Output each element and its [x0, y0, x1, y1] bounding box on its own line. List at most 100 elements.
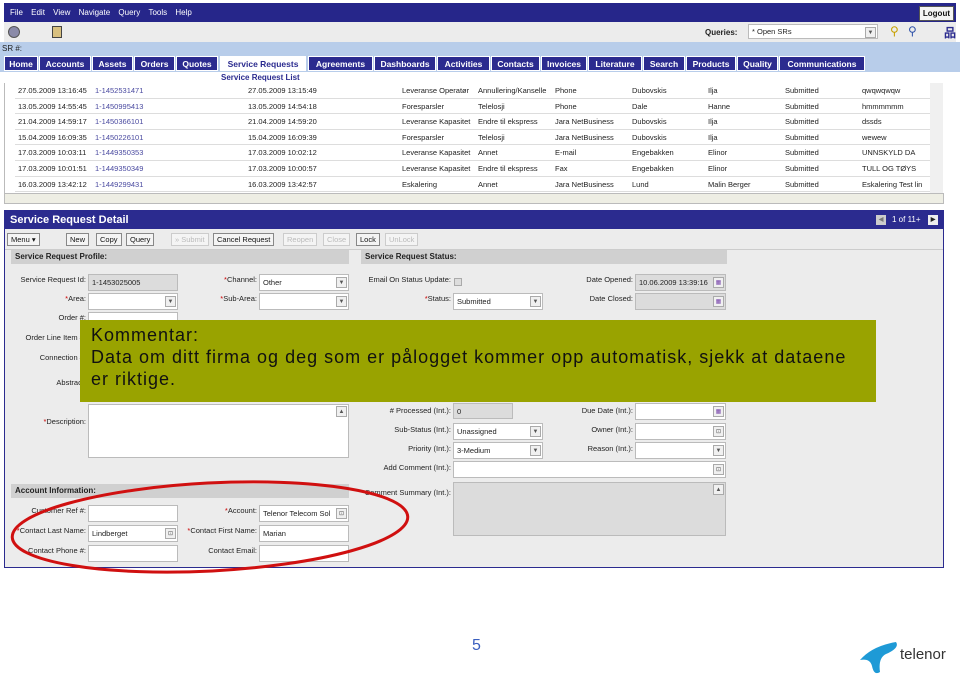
tab-contacts[interactable]: Contacts	[491, 56, 540, 71]
sr-id-link[interactable]: 1-1450995413	[95, 99, 246, 114]
new-button[interactable]: New	[66, 233, 90, 246]
calendar-icon[interactable]: ▦	[713, 296, 724, 307]
site-map-icon[interactable]: 品	[944, 24, 956, 41]
table-row[interactable]: 13.05.2009 14:55:45 1-1450995413 13.05.200…	[15, 99, 930, 115]
tab-activities[interactable]: Activities	[437, 56, 490, 71]
table-cell: dssds	[862, 117, 882, 127]
table-row[interactable]: 27.05.2009 13:16:45 1-1452531471 27.05.200…	[15, 83, 930, 99]
add-comment-field[interactable]: ⊡	[453, 461, 726, 478]
sr-id-link[interactable]: 1-1450226101	[95, 130, 246, 145]
chevron-down-icon[interactable]: ▼	[713, 445, 724, 456]
table-cell: Ilja	[708, 132, 718, 142]
priority-select[interactable]: 3-Medium ▼	[453, 442, 543, 459]
date-opened-field[interactable]: 10.06.2009 13:39:16 ▦	[635, 274, 726, 291]
sr-id-link[interactable]: 1-1449299431	[95, 177, 246, 192]
reason-select[interactable]: ▼	[635, 442, 726, 459]
callout-text: Data om ditt firma og deg som er pålogge…	[91, 347, 847, 389]
lock-button[interactable]: Lock	[356, 233, 380, 246]
unlock-button[interactable]: UnLock	[385, 233, 419, 246]
menu-button[interactable]: Menu ▾	[7, 233, 40, 246]
pick-icon[interactable]: ⊡	[713, 426, 724, 437]
menu-navigate[interactable]: Navigate	[79, 8, 111, 17]
table-cell: Foresparsler	[402, 132, 445, 142]
tab-assets[interactable]: Assets	[92, 56, 133, 71]
sr-id-link[interactable]: 1-1449350353	[95, 145, 246, 160]
cancel-request-button[interactable]: Cancel Request	[213, 233, 275, 246]
sr-id-link[interactable]: 1-1449350349	[95, 161, 246, 176]
close-button[interactable]: Close	[323, 233, 351, 246]
tab-invoices[interactable]: Invoices	[541, 56, 587, 71]
sub-area-select[interactable]: ▼	[259, 293, 349, 310]
copy-button[interactable]: Copy	[96, 233, 122, 246]
previous-record-button[interactable]: ◀	[876, 215, 886, 225]
calendar-icon[interactable]: ▦	[713, 277, 724, 288]
table-row[interactable]: 17.03.2009 10:03:11 1-1449350353 17.03.200…	[15, 145, 930, 161]
due-date-field[interactable]: ▦	[635, 403, 726, 420]
table-cell: 27.05.2009 13:15:49	[248, 86, 317, 95]
table-cell: Dale	[632, 101, 648, 111]
query-button[interactable]: Query	[126, 233, 155, 246]
tab-quotes[interactable]: Quotes	[176, 56, 218, 71]
chevron-down-icon[interactable]: ▼	[530, 296, 541, 307]
search-icon[interactable]: ⚲	[908, 24, 917, 38]
horizontal-scrollbar[interactable]	[4, 193, 944, 204]
menu-view[interactable]: View	[53, 8, 70, 17]
globe-icon[interactable]	[8, 26, 20, 38]
sr-id-link[interactable]: 1-1450366101	[95, 114, 246, 129]
tab-search[interactable]: Search	[643, 56, 685, 71]
table-row[interactable]: 16.03.2009 13:42:12 1-1449299431 16.03.200…	[15, 177, 930, 193]
table-cell: Hanne	[708, 101, 731, 111]
toolbar: Queries: * Open SRs ▼ ⚲ ⚲ 品	[4, 22, 956, 42]
logout-button[interactable]: Logout	[918, 6, 954, 21]
date-closed-field[interactable]: ▦	[635, 293, 726, 310]
menu-bar: File Edit View Navigate Query Tools Help…	[4, 3, 956, 22]
submit-button[interactable]: » Submit	[171, 233, 209, 246]
tab-literature[interactable]: Literature	[588, 56, 642, 71]
tab-accounts[interactable]: Accounts	[39, 56, 91, 71]
tab-communications[interactable]: Communications	[779, 56, 865, 71]
tab-agreements[interactable]: Agreements	[308, 56, 373, 71]
table-cell: Leveranse Operatør	[402, 86, 470, 95]
menu-help[interactable]: Help	[175, 8, 191, 17]
description-textarea[interactable]: ▲	[88, 404, 349, 458]
vertical-scrollbar[interactable]	[930, 83, 943, 193]
reason-label: Reason (Int.):	[587, 444, 633, 453]
area-select[interactable]: ▼	[88, 293, 178, 310]
email-update-checkbox[interactable]	[454, 278, 462, 286]
menu-file[interactable]: File	[10, 8, 23, 17]
menu-query[interactable]: Query	[118, 8, 140, 17]
chevron-down-icon[interactable]: ▼	[865, 27, 876, 38]
table-cell: Submitted	[785, 117, 819, 127]
chevron-down-icon[interactable]: ▼	[530, 445, 541, 456]
queries-select[interactable]: * Open SRs ▼	[748, 24, 878, 39]
tab-service-requests[interactable]: Service Requests	[220, 56, 306, 71]
tab-orders[interactable]: Orders	[134, 56, 175, 71]
tab-products[interactable]: Products	[686, 56, 736, 71]
tab-home[interactable]: Home	[4, 56, 38, 71]
document-icon[interactable]	[52, 26, 62, 38]
table-cell: Jara NetBusiness	[555, 179, 614, 189]
table-row[interactable]: 17.03.2009 10:01:51 1-1449350349 17.03.200…	[15, 161, 930, 177]
table-row[interactable]: 15.04.2009 16:09:35 1-1450226101 15.04.200…	[15, 130, 930, 146]
expand-icon[interactable]: ⊡	[713, 464, 724, 475]
table-row[interactable]: 21.04.2009 14:59:17 1-1450366101 21.04.200…	[15, 114, 930, 130]
scroll-icon[interactable]: ▲	[713, 484, 724, 495]
next-record-button[interactable]: ▶	[928, 215, 938, 225]
channel-select[interactable]: Other ▼	[259, 274, 349, 291]
menu-tools[interactable]: Tools	[148, 8, 167, 17]
comment-summary-field[interactable]: ▲	[453, 482, 726, 536]
sr-id-link[interactable]: 1-1452531471	[95, 83, 246, 98]
search-icon[interactable]: ⚲	[890, 24, 899, 38]
tab-quality[interactable]: Quality	[737, 56, 778, 71]
table-cell: Malin Berger	[708, 179, 751, 189]
chevron-down-icon[interactable]: ▼	[530, 426, 541, 437]
sub-status-select[interactable]: Unassigned ▼	[453, 423, 543, 440]
owner-field[interactable]: ⊡	[635, 423, 726, 440]
menu-edit[interactable]: Edit	[31, 8, 45, 17]
chevron-down-icon[interactable]: ▼	[165, 296, 176, 307]
calendar-icon[interactable]: ▦	[713, 406, 724, 417]
reopen-button[interactable]: Reopen	[283, 233, 318, 246]
date-opened-label: Date Opened:	[586, 275, 633, 284]
status-select[interactable]: Submitted ▼	[453, 293, 543, 310]
tab-dashboards[interactable]: Dashboards	[374, 56, 436, 71]
